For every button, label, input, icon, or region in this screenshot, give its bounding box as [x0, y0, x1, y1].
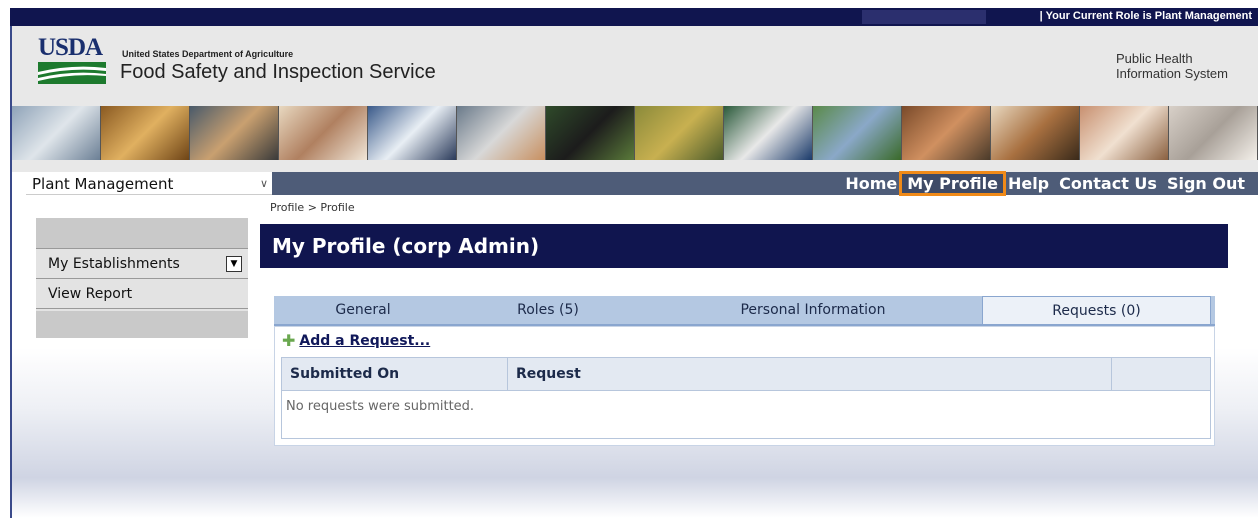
sidebar-item-label: My Establishments	[48, 256, 180, 272]
photo-banner	[12, 106, 1258, 160]
banner-photo-farm	[813, 106, 902, 160]
sidebar-panel: My Establishments ▼ View Report	[36, 218, 248, 338]
nav-contact-us-link[interactable]: Contact Us	[1054, 174, 1162, 193]
agency-name: Food Safety and Inspection Service	[120, 61, 436, 83]
add-request-action[interactable]: ✚ Add a Request...	[282, 333, 430, 350]
banner-photo-microscope	[724, 106, 813, 160]
system-name: Public Health Information System	[1116, 51, 1228, 81]
column-request[interactable]: Request	[508, 358, 1112, 390]
banner-photo-meat	[279, 106, 368, 160]
banner-photo-seafood	[1080, 106, 1169, 160]
nav-home-link[interactable]: Home	[840, 174, 902, 193]
sidebar-item-view-report[interactable]: View Report	[36, 279, 248, 309]
plus-icon[interactable]: ✚	[282, 333, 295, 349]
banner-photo-eggs	[991, 106, 1080, 160]
dropdown-arrow-icon[interactable]: ▼	[226, 256, 242, 272]
system-name-line2: Information System	[1116, 66, 1228, 81]
chevron-down-icon[interactable]: ∨	[260, 177, 268, 190]
profile-tabs: General Roles (5) Personal Information R…	[274, 296, 1215, 326]
banner-photo-roast	[902, 106, 991, 160]
tab-personal-information[interactable]: Personal Information	[644, 296, 982, 324]
column-blank	[1112, 358, 1210, 390]
role-banner-bar: | Your Current Role is Plant Management	[10, 8, 1258, 26]
usda-logo[interactable]: USDA	[38, 34, 108, 84]
add-request-link[interactable]: Add a Request...	[299, 333, 430, 349]
banner-photo-field	[635, 106, 724, 160]
sidebar-menu: My Establishments ▼ View Report	[36, 248, 248, 311]
site-header: USDA United States Department of Agricul…	[12, 26, 1258, 106]
top-nav-links: Home My Profile Help Contact Us Sign Out	[840, 171, 1250, 196]
banner-photo-workers	[190, 106, 279, 160]
banner-bottom-strip	[12, 160, 1258, 172]
tab-requests[interactable]: Requests (0)	[982, 296, 1211, 324]
nav-my-profile-link[interactable]: My Profile	[899, 171, 1006, 196]
banner-photo-cattle	[546, 106, 635, 160]
empty-table-message: No requests were submitted.	[286, 399, 475, 414]
tab-roles[interactable]: Roles (5)	[452, 296, 644, 324]
role-dropdown-value: Plant Management	[32, 175, 174, 193]
breadcrumb: Profile > Profile	[270, 201, 355, 214]
current-role-text: | Your Current Role is Plant Management	[1039, 10, 1252, 22]
sidebar-item-my-establishments[interactable]: My Establishments ▼	[36, 249, 248, 279]
banner-photo-lab	[12, 106, 101, 160]
page-title: My Profile (corp Admin)	[260, 224, 1228, 268]
department-name: United States Department of Agriculture	[122, 49, 294, 59]
system-name-line1: Public Health	[1116, 51, 1193, 66]
requests-table-header: Submitted On Request	[282, 358, 1210, 391]
top-nav-bar: Home My Profile Help Contact Us Sign Out	[272, 171, 1258, 196]
banner-photo-poultry	[457, 106, 546, 160]
sidebar-item-label: View Report	[48, 286, 133, 302]
role-banner-accent	[862, 10, 986, 24]
usda-swoosh-icon	[38, 62, 106, 84]
nav-sign-out-link[interactable]: Sign Out	[1162, 174, 1250, 193]
role-dropdown[interactable]: Plant Management ∨	[26, 172, 272, 195]
banner-photo-cow	[1169, 106, 1258, 160]
usda-logo-text: USDA	[38, 34, 103, 61]
tab-general[interactable]: General	[274, 296, 452, 324]
requests-table: Submitted On Request No requests were su…	[281, 357, 1211, 439]
banner-photo-inspectors	[368, 106, 457, 160]
column-submitted-on[interactable]: Submitted On	[282, 358, 508, 390]
nav-help-link[interactable]: Help	[1003, 174, 1054, 193]
banner-photo-bread	[101, 106, 190, 160]
